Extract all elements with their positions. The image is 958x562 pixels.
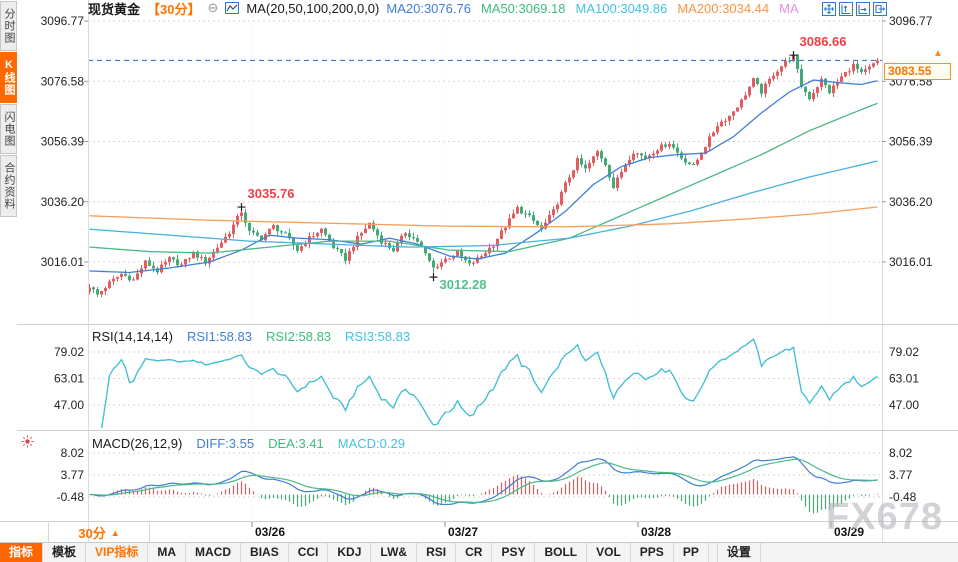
indicator-chart-icon[interactable] [225,2,240,14]
toolbar-button-pps[interactable]: PPS [631,543,674,562]
ma-value-0: MA20:3076.76 [386,0,471,16]
ma-value-2: MA100:3049.86 [575,0,668,16]
svg-text:3016.01: 3016.01 [889,255,933,269]
fit-horizontal-axis-icon[interactable] [856,2,870,16]
toolbar-button-settings[interactable]: 设置 [716,543,761,562]
date-label-03/26: 03/26 [255,525,286,539]
last-price-tag: 3083.55 [884,63,951,80]
tab-contract-info[interactable]: 合约资料 [0,155,17,217]
toolbar-button-ma[interactable]: MA [148,543,187,562]
macd-value-2: MACD:0.29 [337,436,405,451]
toolbar-button-vip-indicator[interactable]: VIP指标 [86,543,149,562]
toolbar-button-kdj[interactable]: KDJ [328,543,372,562]
svg-text:3035.76: 3035.76 [248,186,295,201]
toolbar-button-bias[interactable]: BIAS [241,543,289,562]
svg-text:-0.48: -0.48 [57,490,85,504]
svg-text:3096.77: 3096.77 [889,14,933,28]
interval-up-icon: ▲ [110,527,120,538]
toolbar-button-lw[interactable]: LW& [371,543,418,562]
svg-text:47.00: 47.00 [889,398,919,412]
toolbar-button-pp[interactable]: PP [674,543,709,562]
svg-text:3.77: 3.77 [889,468,913,482]
indicator-toolbar: 指标 模板 VIP指标 MA MACD BIAS CCI KDJ LW& RSI CR PSY BOLL… [0,542,958,562]
macd-value-0: DIFF:3.55 [196,436,255,451]
macd-settings-sun-icon[interactable] [21,435,34,448]
svg-text:3016.01: 3016.01 [41,255,85,269]
svg-text:-0.48: -0.48 [889,490,917,504]
toolbar-button-cr[interactable]: CR [456,543,493,562]
svg-text:79.02: 79.02 [54,345,84,359]
svg-text:47.00: 47.00 [54,398,84,412]
ma-line-MA20 [89,79,878,274]
ma-values: MA20:3076.76 MA50:3069.18 MA100:3049.86 MA2… [386,1,798,16]
svg-text:63.01: 63.01 [889,372,919,386]
tab-time-share-chart[interactable]: 分时图 [0,1,17,51]
annotation-3012.28: 3012.28 [429,273,487,292]
trading-app-window: 3096.77 3096.77 3076.58 3076.58 3056.39 3056.… [0,0,958,562]
rsi-values: RSI1:58.83 RSI2:58.83 RSI3:58.83 [187,329,410,344]
rsi-value-0: RSI1:58.83 [186,329,252,344]
svg-text:3036.20: 3036.20 [889,195,933,209]
interval-label: 30分 [78,526,106,541]
svg-text:8.02: 8.02 [61,446,85,460]
move-tool-icon[interactable] [822,2,836,16]
candlestick-series [89,51,879,298]
macd-panel-header: MACD(26,12,9) DIFF:3.55 DEA:3.41 MACD:0.29 [92,436,405,451]
toolbar-button-rsi[interactable]: RSI [417,543,457,562]
macd-value-1: DEA:3.41 [268,436,324,451]
pan-right-icon[interactable] [873,2,887,16]
svg-text:3036.20: 3036.20 [41,195,85,209]
rsi3-line [101,338,878,428]
ma-value-4: MA [779,0,799,16]
svg-text:63.01: 63.01 [54,372,84,386]
price-up-arrow-icon: ▲ [933,48,943,59]
toolbar-button-template[interactable]: 模板 [43,543,87,562]
ma-value-1: MA50:3069.18 [480,0,566,16]
svg-text:3076.58: 3076.58 [41,74,85,88]
macd-values: DIFF:3.55 DEA:3.41 MACD:0.29 [196,436,405,451]
chart-tool-icons [822,2,887,16]
svg-text:79.02: 79.02 [889,345,919,359]
macd-dea-line [89,458,878,504]
svg-text:3056.39: 3056.39 [41,135,85,149]
sidebar-chart-type-tabs: 分时图 K线图 闪电图 合约资料 [0,1,17,218]
macd-title: MACD(26,12,9) [92,436,183,451]
ma-params-label: MA(20,50,100,200,0,0) [246,0,380,16]
toolbar-button-boll[interactable]: BOLL [535,543,588,562]
tab-flash-chart[interactable]: 闪电图 [0,104,17,154]
ma-line-MA200 [89,206,878,228]
annotation-3035.76: 3035.76 [237,186,295,212]
toolbar-button-indicator[interactable]: 指标 [0,543,44,562]
toolbar-button-macd[interactable]: MACD [186,543,242,562]
date-label-03/27: 03/27 [448,525,479,539]
svg-text:8.02: 8.02 [889,446,913,460]
ma-line-MA50 [89,102,878,254]
svg-text:3086.66: 3086.66 [800,34,847,49]
chart-canvas[interactable]: 3096.77 3096.773076.58 3076.583056.39 3056.… [0,0,958,562]
ma-value-3: MA200:3034.44 [677,0,770,16]
toolbar-button-cci[interactable]: CCI [289,543,329,562]
svg-text:3012.28: 3012.28 [440,277,487,292]
date-label-03/28: 03/28 [641,525,672,539]
symbol-title: 现货黄金 [88,1,141,17]
svg-text:3096.77: 3096.77 [41,14,85,28]
interval-cell[interactable]: 30分 ▲ [48,523,150,542]
svg-text:3.77: 3.77 [61,468,85,482]
ma-line-MA100 [89,160,878,248]
chart-header: 现货黄金 【30分】 ⊖ MA(20,50,100,200,0,0) MA20:… [88,0,799,17]
macd-histogram [92,474,879,514]
rsi-panel-header: RSI(14,14,14) RSI1:58.83 RSI2:58.83 RSI3:5… [92,329,410,344]
toolbar-button-vol[interactable]: VOL [587,543,631,562]
toolbar-button-psy[interactable]: PSY [492,543,536,562]
date-label-03/29: 03/29 [834,525,865,539]
rsi-title: RSI(14,14,14) [92,329,173,344]
rsi-value-2: RSI3:58.83 [345,329,411,344]
rsi-value-1: RSI2:58.83 [265,329,332,344]
fit-vertical-axis-icon[interactable] [839,2,853,16]
svg-text:3056.39: 3056.39 [889,135,933,149]
interval-tag: 【30分】 [147,1,201,17]
collapse-indicator-icon[interactable]: ⊖ [207,0,218,16]
tab-kline-chart[interactable]: K线图 [0,52,17,103]
